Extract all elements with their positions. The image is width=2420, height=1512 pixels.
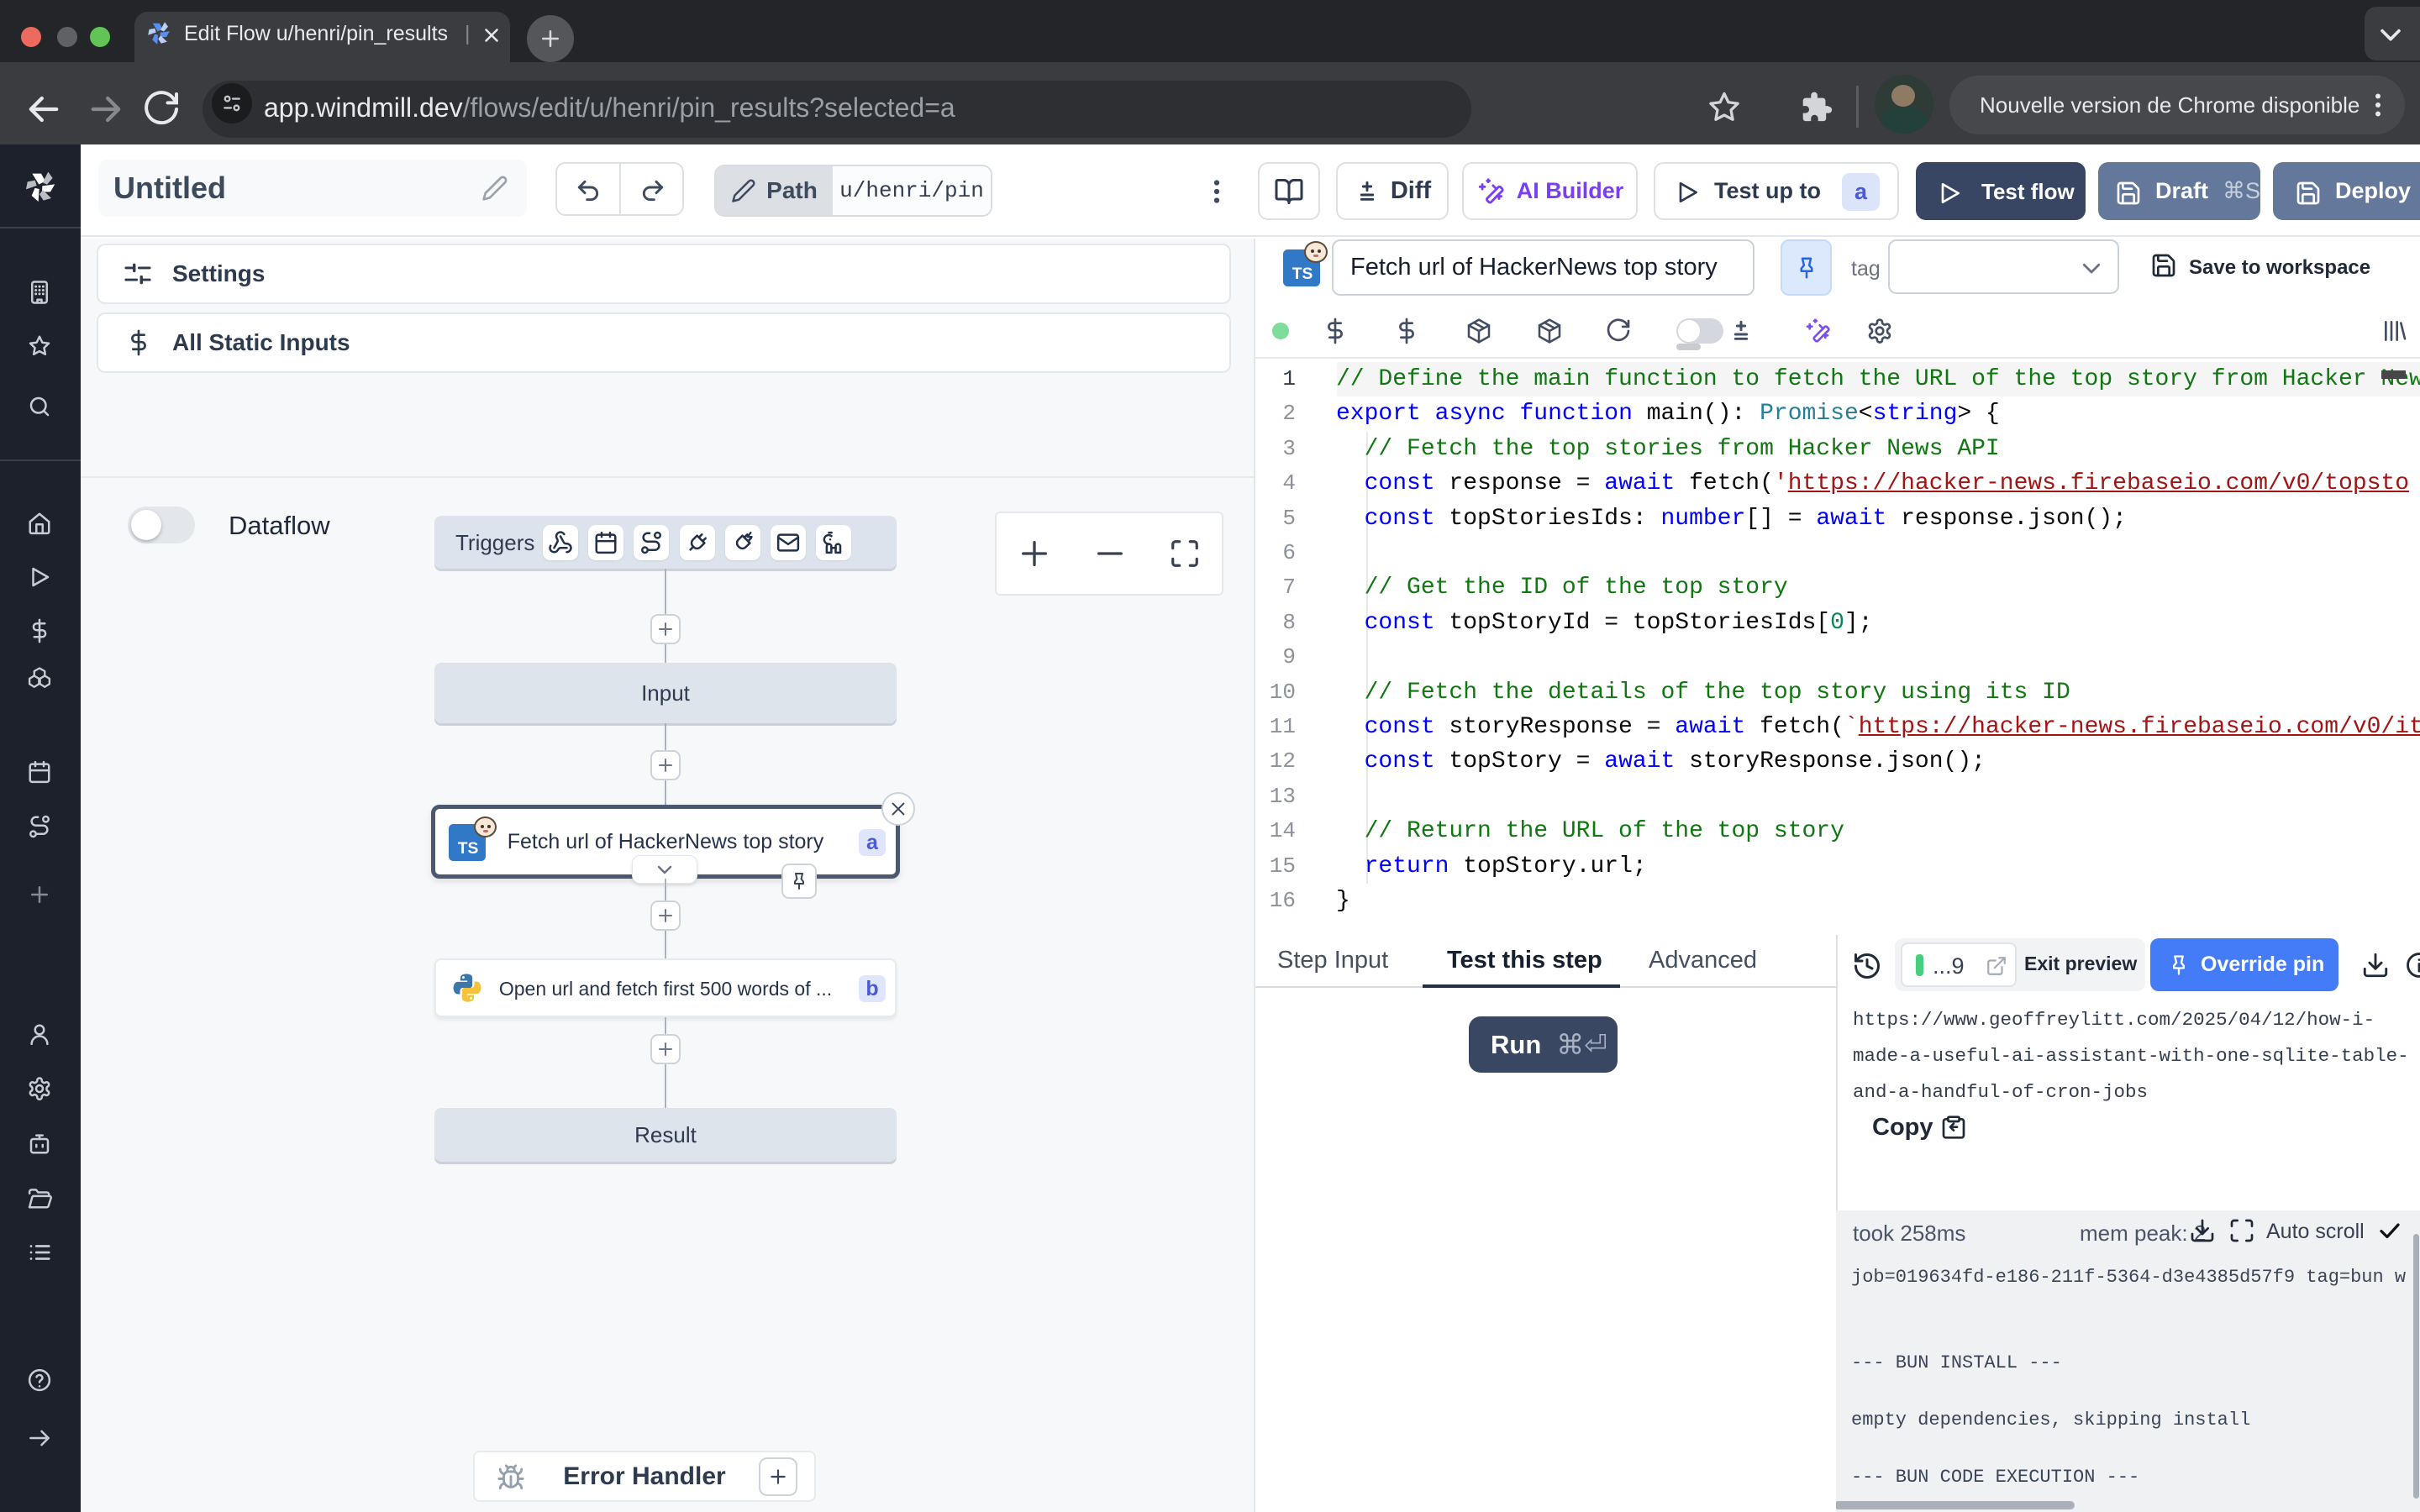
svg-text:TS: TS — [1292, 265, 1313, 283]
